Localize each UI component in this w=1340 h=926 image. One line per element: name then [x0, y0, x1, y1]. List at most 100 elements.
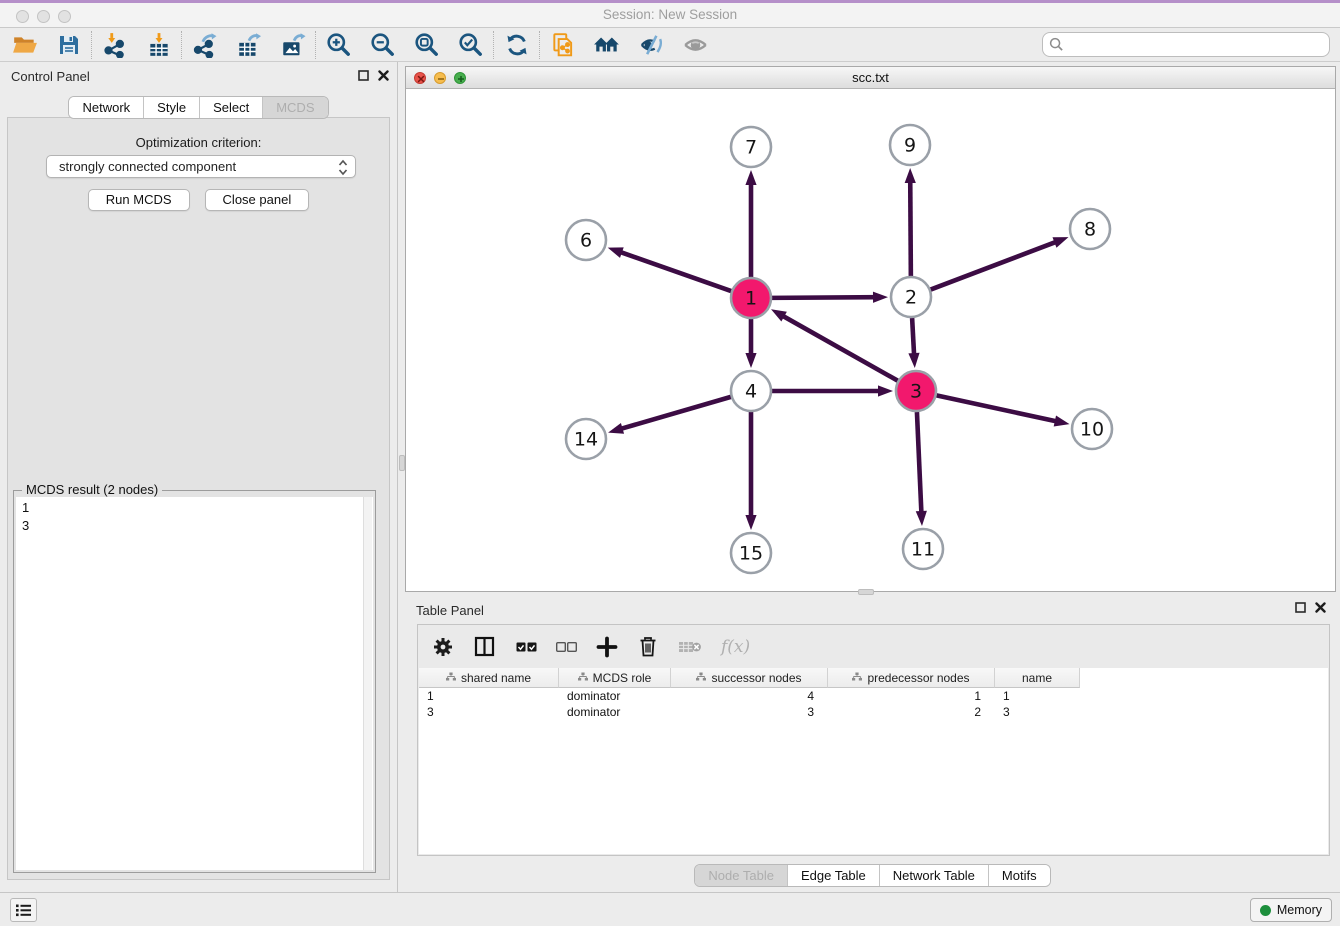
tab-style[interactable]: Style: [144, 97, 200, 118]
mcds-result-title: MCDS result (2 nodes): [22, 482, 162, 497]
result-scrollbar[interactable]: [363, 497, 372, 870]
unselect-all-columns-icon[interactable]: [556, 641, 577, 653]
graph-edge-4-15[interactable]: [745, 412, 756, 530]
graph-edge-2-3[interactable]: [908, 318, 919, 368]
search-input[interactable]: [1042, 32, 1330, 57]
svg-text:6: 6: [580, 230, 592, 252]
graph-edge-2-8[interactable]: [931, 237, 1069, 289]
mcds-result-list[interactable]: 1 3: [16, 497, 361, 870]
column-header-shared-name[interactable]: shared name: [419, 668, 559, 688]
graph-node-4[interactable]: 4: [731, 371, 771, 411]
table-panel-title: Table Panel: [416, 603, 484, 618]
run-mcds-button[interactable]: Run MCDS: [88, 189, 190, 211]
zoom-selected-icon[interactable]: [454, 29, 488, 61]
graph-node-10[interactable]: 10: [1072, 409, 1112, 449]
table-cell[interactable]: 2: [828, 704, 995, 720]
graph-node-2[interactable]: 2: [891, 277, 931, 317]
graph-edge-1-2[interactable]: [772, 292, 888, 303]
memory-button[interactable]: Memory: [1250, 898, 1332, 922]
graph-node-15[interactable]: 15: [731, 533, 771, 573]
graph-edge-4-3[interactable]: [772, 385, 893, 396]
apply-layout-icon[interactable]: [500, 29, 534, 61]
import-table-icon[interactable]: [142, 29, 176, 61]
delete-table-icon[interactable]: [678, 638, 702, 656]
column-header-predecessor-nodes[interactable]: predecessor nodes: [828, 668, 995, 688]
float-panel-icon[interactable]: [358, 70, 369, 81]
horizontal-splitter-handle[interactable]: [858, 589, 874, 595]
tab-motifs[interactable]: Motifs: [989, 865, 1050, 886]
select-all-columns-icon[interactable]: [516, 641, 537, 653]
network-canvas[interactable]: 7 9 6 8 1 2 4 3 14 10 15 11: [406, 89, 1335, 591]
table-cell[interactable]: 3: [671, 704, 828, 720]
preview-eye-icon[interactable]: [678, 29, 712, 61]
open-session-icon[interactable]: [8, 29, 42, 61]
table-cell[interactable]: 1: [419, 688, 559, 704]
toolbar-separator: [493, 31, 494, 59]
control-panel-tabs: NetworkStyleSelectMCDS: [68, 96, 328, 119]
show-column-panel-icon[interactable]: [473, 635, 497, 659]
tab-edge-table[interactable]: Edge Table: [788, 865, 880, 886]
float-table-panel-icon[interactable]: [1295, 602, 1306, 613]
task-monitor-button[interactable]: [10, 898, 37, 922]
window-title: Session: New Session: [0, 7, 1340, 22]
export-image-icon[interactable]: [276, 29, 310, 61]
column-header-successor-nodes[interactable]: successor nodes: [671, 668, 828, 688]
close-panel-icon[interactable]: [378, 70, 389, 81]
vertical-splitter-handle[interactable]: [399, 455, 405, 471]
table-cell[interactable]: 1: [995, 688, 1080, 704]
tab-mcds[interactable]: MCDS: [263, 97, 327, 118]
graph-node-6[interactable]: 6: [566, 220, 606, 260]
table-cell[interactable]: dominator: [559, 688, 671, 704]
duplicate-network-icon[interactable]: [546, 29, 580, 61]
toggle-graphics-details-icon[interactable]: [634, 29, 668, 61]
home-view-icon[interactable]: [590, 29, 624, 61]
export-network-icon[interactable]: [188, 29, 222, 61]
network-view-window: scc.txt 7 9 6 8 1 2 4 3 14 10 15 11: [405, 66, 1336, 592]
column-type-icon: [446, 671, 456, 685]
mcds-panel: Optimization criterion: strongly connect…: [7, 117, 390, 880]
graph-edge-1-4[interactable]: [745, 319, 756, 368]
column-header-mcds-role[interactable]: MCDS role: [559, 668, 671, 688]
export-table-icon[interactable]: [232, 29, 266, 61]
column-header-name[interactable]: name: [995, 668, 1080, 688]
table-cell[interactable]: 3: [995, 704, 1080, 720]
table-cell[interactable]: 3: [419, 704, 559, 720]
graph-edge-3-1[interactable]: [771, 309, 898, 380]
zoom-fit-icon[interactable]: [410, 29, 444, 61]
graph-edge-3-11[interactable]: [916, 412, 927, 526]
graph-node-8[interactable]: 8: [1070, 209, 1110, 249]
add-column-icon[interactable]: [596, 636, 618, 658]
table-cell[interactable]: 1: [828, 688, 995, 704]
tab-network-table[interactable]: Network Table: [880, 865, 989, 886]
criterion-select[interactable]: strongly connected component: [46, 155, 356, 178]
graph-edge-3-10[interactable]: [937, 395, 1070, 426]
import-network-icon[interactable]: [98, 29, 132, 61]
graph-node-3[interactable]: 3: [896, 371, 936, 411]
graph-node-9[interactable]: 9: [890, 125, 930, 165]
tab-node-table[interactable]: Node Table: [695, 865, 788, 886]
network-window-titlebar[interactable]: scc.txt: [406, 67, 1335, 89]
table-cell[interactable]: dominator: [559, 704, 671, 720]
tab-select[interactable]: Select: [200, 97, 263, 118]
graph-edge-2-9[interactable]: [905, 168, 916, 276]
zoom-out-icon[interactable]: [366, 29, 400, 61]
graph-node-14[interactable]: 14: [566, 419, 606, 459]
delete-column-icon[interactable]: [637, 635, 659, 659]
graph-node-11[interactable]: 11: [903, 529, 943, 569]
graph-edge-1-6[interactable]: [608, 247, 731, 291]
svg-text:8: 8: [1084, 219, 1096, 241]
memory-button-label: Memory: [1277, 903, 1322, 917]
table-settings-icon[interactable]: [432, 636, 454, 658]
table-cell[interactable]: 4: [671, 688, 828, 704]
zoom-in-icon[interactable]: [322, 29, 356, 61]
tab-network[interactable]: Network: [69, 97, 144, 118]
save-session-icon[interactable]: [52, 29, 86, 61]
graph-node-7[interactable]: 7: [731, 127, 771, 167]
close-panel-button[interactable]: Close panel: [205, 189, 310, 211]
graph-edge-4-14[interactable]: [608, 397, 731, 434]
graph-edge-1-7[interactable]: [745, 170, 756, 277]
graph-node-1[interactable]: 1: [731, 278, 771, 318]
close-table-panel-icon[interactable]: [1315, 602, 1326, 613]
function-builder-icon: f(x): [721, 637, 750, 657]
svg-text:14: 14: [574, 429, 598, 451]
